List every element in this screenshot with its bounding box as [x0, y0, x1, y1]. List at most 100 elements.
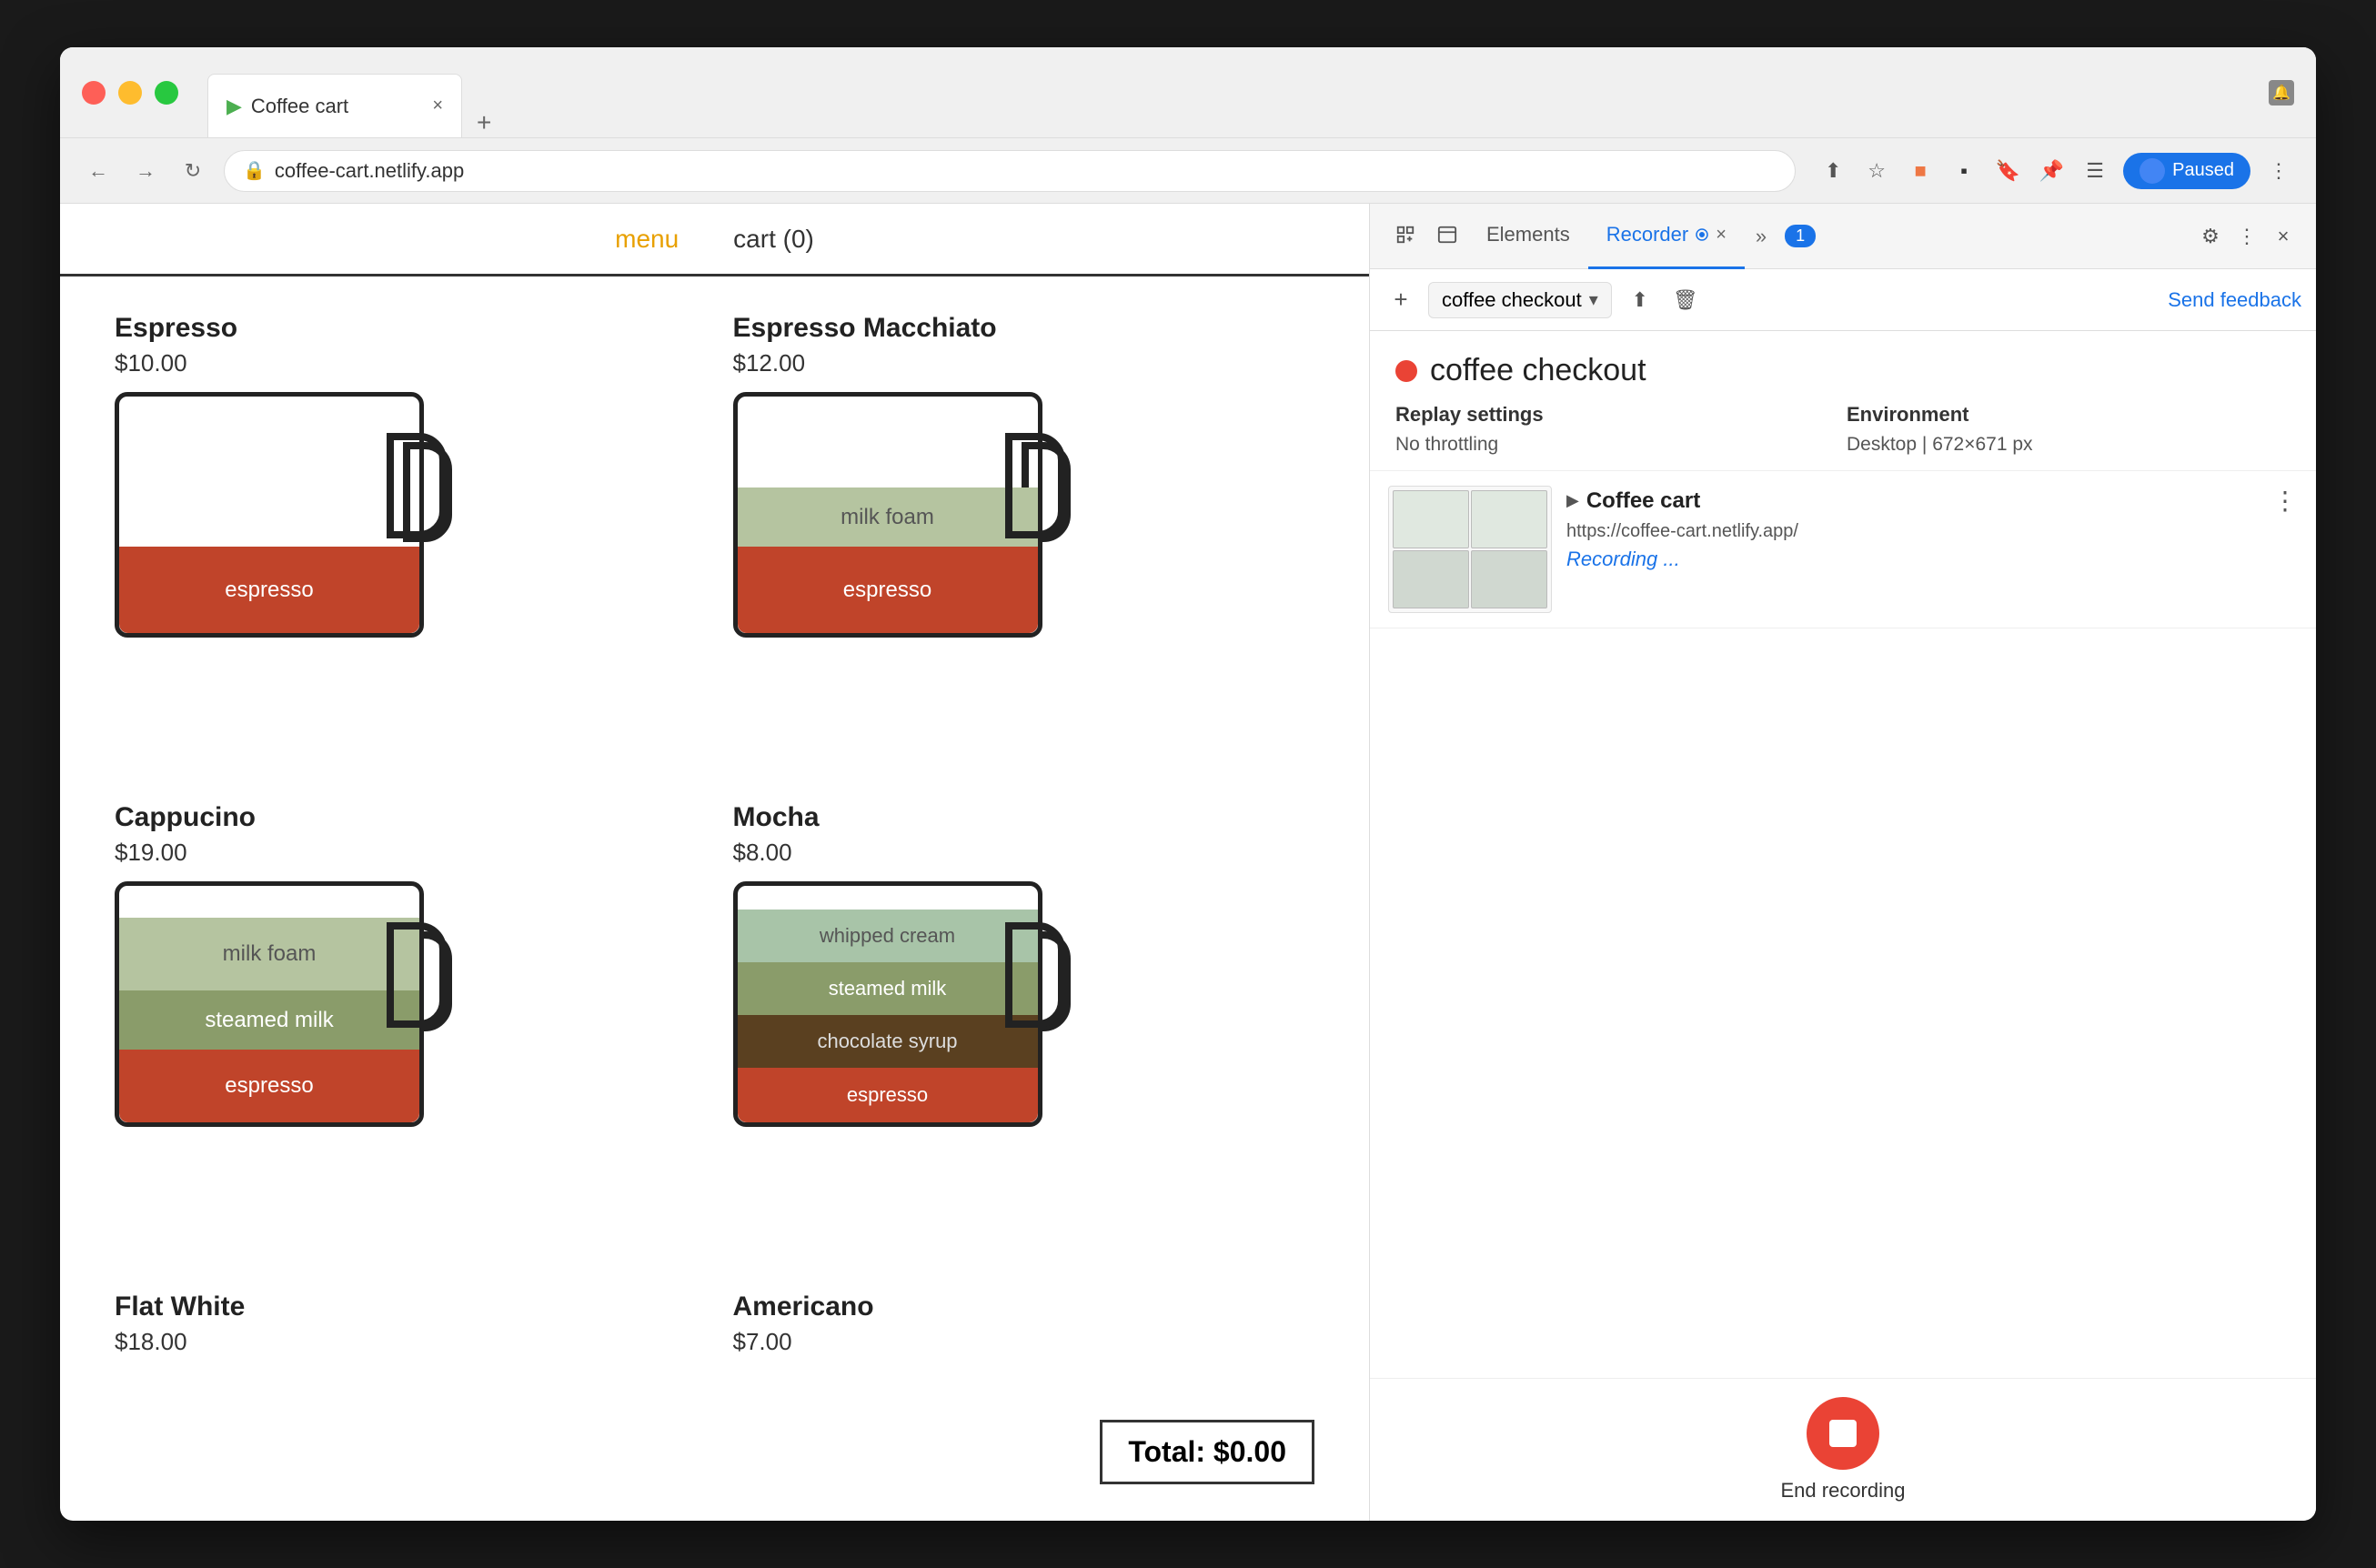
main-content: menu cart (0) Espresso $10.00 espresso	[60, 204, 2316, 1521]
devtools-inspect-icon[interactable]	[1384, 204, 1426, 269]
tab-close-icon[interactable]: ×	[432, 95, 443, 116]
layer-label: milk foam	[841, 505, 934, 530]
expand-arrow-icon[interactable]: ▶	[1566, 491, 1579, 510]
cup-handle-icon	[403, 931, 452, 1031]
coffee-name: Americano	[733, 1292, 1315, 1322]
browser-window: ▶ Coffee cart × + 🔔 ← → ↻ 🔒 coffee-cart.…	[60, 47, 2316, 1521]
share-icon[interactable]: ⬆	[1817, 156, 1848, 186]
thumb-cell-2	[1471, 490, 1547, 548]
recording-site-name: Coffee cart	[1586, 488, 1700, 514]
traffic-lights	[82, 81, 178, 105]
coffee-price: $7.00	[733, 1328, 1315, 1356]
espresso-layer: espresso	[738, 1068, 1038, 1122]
steamed-milk-layer: steamed milk	[119, 990, 419, 1050]
devtools-settings-icon[interactable]: ⚙	[2192, 218, 2229, 255]
extension2-icon[interactable]: ▪	[1948, 156, 1979, 186]
recording-dropdown-icon[interactable]: ▾	[1589, 288, 1598, 311]
layer-label: espresso	[847, 1083, 928, 1107]
recorder-tab-close[interactable]: ×	[1716, 225, 1727, 246]
forward-button[interactable]: →	[129, 155, 162, 187]
coffee-page: menu cart (0) Espresso $10.00 espresso	[60, 204, 1370, 1521]
tab-elements[interactable]: Elements	[1468, 204, 1588, 269]
devtools-more-icon[interactable]: ⋮	[2229, 218, 2265, 255]
total-text: Total: $0.00	[1128, 1435, 1286, 1468]
devtools-body: coffee checkout Replay settings Environm…	[1370, 331, 2316, 1378]
reload-button[interactable]: ↻	[176, 155, 209, 187]
toolbar-icons: ⬆ ☆ ■ ▪ 🔖 📌 ☰ Paused ⋮	[1817, 153, 2294, 189]
coffee-item-americano[interactable]: Americano $7.00 Total: $0.00	[733, 1292, 1315, 1484]
nav-cart-item[interactable]: cart (0)	[733, 225, 814, 254]
coffee-name: Cappucino	[115, 802, 697, 833]
paused-button[interactable]: Paused	[2123, 153, 2250, 189]
upload-recording-button[interactable]: ⬆	[1623, 283, 1657, 317]
devtools-panel: Elements Recorder × » 1 ⚙ ⋮ × + coffee c…	[1370, 204, 2316, 1521]
coffee-name: Espresso Macchiato	[733, 313, 1315, 344]
recording-info: ▶ Coffee cart ⋮ https://coffee-cart.netl…	[1566, 486, 2298, 571]
extension-icon[interactable]: 🔔	[2269, 80, 2294, 106]
close-window-button[interactable]	[82, 81, 106, 105]
desktop-resolution-value: Desktop | 672×671 px	[1847, 434, 2290, 456]
minimize-window-button[interactable]	[118, 81, 142, 105]
recording-context-menu-icon[interactable]: ⋮	[2272, 486, 2298, 516]
layer-label: steamed milk	[205, 1008, 333, 1033]
tab-title: Coffee cart	[251, 95, 348, 118]
coffee-cup-macchiato: espresso milk foam	[733, 392, 1042, 638]
browser-tab[interactable]: ▶ Coffee cart ×	[207, 74, 462, 137]
lock-icon: 🔒	[243, 159, 266, 182]
recording-selector[interactable]: coffee checkout ▾	[1428, 282, 1612, 318]
coffee-item-macchiato[interactable]: Espresso Macchiato $12.00 espresso milk …	[733, 313, 1315, 766]
back-button[interactable]: ←	[82, 155, 115, 187]
steamed-milk-layer: steamed milk	[738, 962, 1038, 1015]
recording-name-row: ▶ Coffee cart ⋮	[1566, 486, 2298, 516]
extension1-icon[interactable]: ■	[1905, 156, 1936, 186]
extension5-icon[interactable]: ☰	[2079, 156, 2110, 186]
cup-handle-icon	[403, 442, 452, 542]
thumb-cell-4	[1471, 550, 1547, 608]
address-bar[interactable]: 🔒 coffee-cart.netlify.app	[224, 150, 1796, 192]
devtools-toolbar: Elements Recorder × » 1 ⚙ ⋮ ×	[1370, 204, 2316, 269]
more-tabs-icon[interactable]: »	[1745, 225, 1777, 248]
send-feedback-link[interactable]: Send feedback	[2168, 288, 2301, 312]
devtools-layers-icon[interactable]	[1426, 204, 1468, 269]
layer-label: whipped cream	[820, 924, 955, 948]
cup-handle-icon	[1022, 931, 1071, 1031]
end-recording-button[interactable]	[1807, 1397, 1879, 1470]
more-menu-icon[interactable]: ⋮	[2263, 156, 2294, 186]
layer-label: milk foam	[223, 941, 317, 967]
new-tab-button[interactable]: +	[462, 108, 506, 137]
extension3-icon[interactable]: 🔖	[1992, 156, 2023, 186]
coffee-name: Mocha	[733, 802, 1315, 833]
recording-name-display: coffee checkout	[1442, 288, 1582, 312]
espresso-layer: espresso	[738, 547, 1038, 633]
whipped-cream-layer: whipped cream	[738, 910, 1038, 962]
extension4-icon[interactable]: 📌	[2036, 156, 2067, 186]
recording-active-dot	[1395, 360, 1417, 382]
coffee-grid: Espresso $10.00 espresso Espresso Macchi…	[60, 276, 1369, 1521]
devtools-close-icon[interactable]: ×	[2265, 218, 2301, 255]
delete-recording-button[interactable]: 🗑	[1668, 283, 1703, 317]
recording-title: coffee checkout	[1430, 353, 1646, 388]
coffee-cup-cappucino: espresso steamed milk milk foam	[115, 881, 424, 1127]
nav-menu-item[interactable]: menu	[615, 225, 679, 254]
layer-label-espresso: espresso	[225, 578, 313, 603]
new-recording-button[interactable]: +	[1384, 284, 1417, 317]
milk-foam-layer: milk foam	[738, 487, 1038, 547]
replay-settings-label: Replay settings	[1395, 403, 1839, 427]
coffee-item-espresso[interactable]: Espresso $10.00 espresso	[115, 313, 697, 766]
layer-label: espresso	[225, 1073, 313, 1099]
thumb-cell-1	[1393, 490, 1469, 548]
bookmark-icon[interactable]: ☆	[1861, 156, 1892, 186]
tab-recorder[interactable]: Recorder ×	[1588, 204, 1745, 269]
devtools-footer: End recording	[1370, 1378, 2316, 1521]
coffee-item-cappucino[interactable]: Cappucino $19.00 espresso steamed milk m…	[115, 802, 697, 1255]
coffee-cup-mocha: espresso chocolate syrup steamed milk wh…	[733, 881, 1042, 1127]
cup-handle-icon	[1022, 442, 1071, 542]
layer-label: steamed milk	[829, 977, 947, 1000]
coffee-item-mocha[interactable]: Mocha $8.00 espresso chocolate syrup ste…	[733, 802, 1315, 1255]
maximize-window-button[interactable]	[155, 81, 178, 105]
coffee-nav: menu cart (0)	[60, 204, 1369, 276]
coffee-name: Espresso	[115, 313, 697, 344]
address-text: coffee-cart.netlify.app	[275, 159, 464, 183]
total-display: Total: $0.00	[1100, 1420, 1314, 1484]
coffee-item-flatwhite[interactable]: Flat White $18.00	[115, 1292, 697, 1484]
